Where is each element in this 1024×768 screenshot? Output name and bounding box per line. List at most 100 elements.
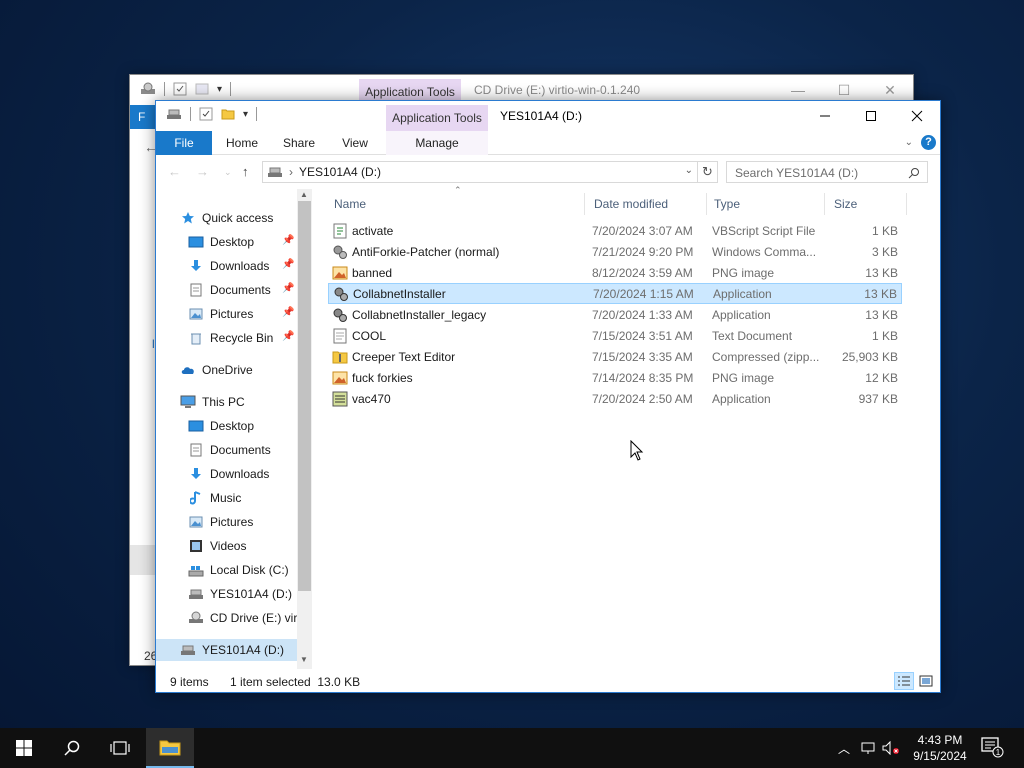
- pin-icon[interactable]: 📌: [282, 259, 294, 270]
- file-row[interactable]: banned 8/12/2024 3:59 AM PNG image 13 KB: [328, 263, 902, 284]
- computer-icon: [180, 394, 196, 410]
- forward-arrow-icon[interactable]: →: [196, 164, 209, 179]
- nav-quick-access[interactable]: Quick access: [180, 207, 273, 229]
- nav-pc-cd-drive[interactable]: CD Drive (E:) virt: [188, 607, 301, 629]
- breadcrumb-current[interactable]: YES101A4 (D:): [299, 165, 381, 179]
- clock[interactable]: 4:43 PM 9/15/2024: [905, 732, 975, 764]
- column-header-type[interactable]: Type: [714, 189, 740, 217]
- pin-icon[interactable]: 📌: [282, 283, 294, 294]
- explorer-window[interactable]: ▾ Application Tools YES101A4 (D:) File H…: [155, 100, 941, 693]
- pin-icon[interactable]: 📌: [282, 331, 294, 342]
- network-icon[interactable]: [860, 741, 876, 755]
- address-dropdown-icon[interactable]: ⌄: [685, 165, 693, 176]
- help-icon[interactable]: ?: [921, 135, 936, 150]
- nav-quick-desktop[interactable]: Desktop: [188, 231, 254, 253]
- search-icon: [64, 740, 80, 756]
- recent-locations-icon[interactable]: ⌄: [224, 167, 232, 178]
- nav-selected-drive[interactable]: YES101A4 (D:): [156, 639, 297, 661]
- column-header-size[interactable]: Size: [834, 189, 857, 217]
- image-icon: [332, 370, 348, 386]
- usb-drive-icon: [180, 642, 196, 658]
- new-folder-icon[interactable]: [195, 82, 209, 96]
- drive-icon: [141, 82, 155, 94]
- scroll-thumb[interactable]: [298, 201, 311, 591]
- pin-icon[interactable]: 📌: [282, 235, 294, 246]
- tab-view[interactable]: View: [332, 131, 378, 155]
- expand-ribbon-icon[interactable]: ⌄: [905, 137, 913, 148]
- nav-pc-downloads[interactable]: Downloads: [188, 463, 269, 485]
- nav-pc-local-disk[interactable]: Local Disk (C:): [188, 559, 289, 581]
- maximize-button[interactable]: [848, 101, 894, 131]
- details-view-button[interactable]: [894, 672, 914, 690]
- search-icon: [908, 168, 919, 179]
- column-divider[interactable]: [906, 193, 907, 215]
- column-header-date[interactable]: Date modified: [594, 189, 668, 217]
- file-row[interactable]: vac470 7/20/2024 2:50 AM Application 937…: [328, 389, 902, 410]
- address-bar[interactable]: › YES101A4 (D:) ⌄ ↻: [262, 161, 718, 183]
- pictures-icon: [188, 514, 204, 530]
- nav-pc-videos[interactable]: Videos: [188, 535, 246, 557]
- file-row[interactable]: fuck forkies 7/14/2024 8:35 PM PNG image…: [328, 368, 902, 389]
- show-hidden-icons-icon[interactable]: ︿: [838, 740, 850, 757]
- tab-share[interactable]: Share: [274, 131, 324, 155]
- column-divider[interactable]: [706, 193, 707, 215]
- nav-quick-downloads[interactable]: Downloads: [188, 255, 269, 277]
- file-row-selected[interactable]: CollabnetInstaller 7/20/2024 1:15 AM App…: [328, 283, 902, 304]
- file-row[interactable]: CollabnetInstaller_legacy 7/20/2024 1:33…: [328, 305, 902, 326]
- new-folder-icon[interactable]: [221, 107, 235, 121]
- nav-quick-documents[interactable]: Documents: [188, 279, 271, 301]
- application-icon: [332, 307, 348, 323]
- customize-qa-icon[interactable]: ▾: [217, 84, 222, 95]
- tab-file[interactable]: File: [156, 131, 212, 155]
- documents-icon: [188, 442, 204, 458]
- mouse-cursor-icon: [630, 440, 644, 461]
- nav-this-pc[interactable]: This PC: [180, 391, 245, 413]
- nav-pc-desktop[interactable]: Desktop: [188, 415, 254, 437]
- back-arrow-icon[interactable]: ←: [168, 164, 181, 179]
- pin-icon[interactable]: 📌: [282, 307, 294, 318]
- scroll-up-icon[interactable]: ▲: [300, 190, 308, 199]
- tab-manage[interactable]: Manage: [386, 131, 488, 155]
- tab-home[interactable]: Home: [216, 131, 268, 155]
- minimize-button[interactable]: [802, 101, 848, 131]
- minimize-icon: [820, 115, 830, 117]
- nav-pc-pictures[interactable]: Pictures: [188, 511, 253, 533]
- image-icon: [332, 265, 348, 281]
- scroll-down-icon[interactable]: ▼: [300, 655, 308, 664]
- nav-pc-documents[interactable]: Documents: [188, 439, 271, 461]
- clock-date: 9/15/2024: [913, 749, 967, 763]
- refresh-icon[interactable]: ↻: [697, 162, 717, 182]
- task-view-button[interactable]: [96, 728, 144, 768]
- taskbar: ︿ 4:43 PM 9/15/2024 1: [0, 728, 1024, 768]
- search-button[interactable]: [48, 728, 96, 768]
- breadcrumb-chevron-icon[interactable]: ›: [289, 165, 293, 179]
- column-divider[interactable]: [824, 193, 825, 215]
- file-explorer-taskbar-button[interactable]: [146, 728, 194, 768]
- close-icon: [911, 110, 923, 122]
- file-row[interactable]: activate 7/20/2024 3:07 AM VBScript Scri…: [328, 221, 902, 242]
- column-header-name[interactable]: Name: [334, 189, 366, 217]
- customize-qa-icon[interactable]: ▾: [243, 109, 248, 120]
- back-file-tab[interactable]: F: [130, 105, 157, 129]
- up-arrow-icon[interactable]: ↑: [242, 164, 249, 179]
- volume-muted-icon[interactable]: [882, 741, 900, 755]
- search-input[interactable]: Search YES101A4 (D:): [726, 161, 928, 183]
- large-icons-view-button[interactable]: [916, 672, 936, 690]
- nav-onedrive[interactable]: OneDrive: [180, 359, 253, 381]
- nav-quick-recycle-bin[interactable]: Recycle Bin: [188, 327, 273, 349]
- nav-pc-music[interactable]: Music: [188, 487, 241, 509]
- column-divider[interactable]: [584, 193, 585, 215]
- nav-quick-pictures[interactable]: Pictures: [188, 303, 253, 325]
- nav-pc-usb-drive[interactable]: YES101A4 (D:): [188, 583, 292, 605]
- file-row[interactable]: AntiForkie-Patcher (normal) 7/21/2024 9:…: [328, 242, 902, 263]
- file-row[interactable]: Creeper Text Editor 7/15/2024 3:35 AM Co…: [328, 347, 902, 368]
- close-button[interactable]: [894, 101, 940, 131]
- action-center-button[interactable]: 1: [980, 736, 1004, 761]
- properties-icon[interactable]: [199, 107, 213, 121]
- file-row[interactable]: COOL 7/15/2024 3:51 AM Text Document 1 K…: [328, 326, 902, 347]
- title-bar[interactable]: ▾ Application Tools YES101A4 (D:): [156, 101, 940, 131]
- properties-icon[interactable]: [173, 82, 187, 96]
- nav-scrollbar[interactable]: ▲ ▼: [297, 189, 312, 669]
- start-button[interactable]: [0, 728, 48, 768]
- cloud-icon: [180, 362, 196, 378]
